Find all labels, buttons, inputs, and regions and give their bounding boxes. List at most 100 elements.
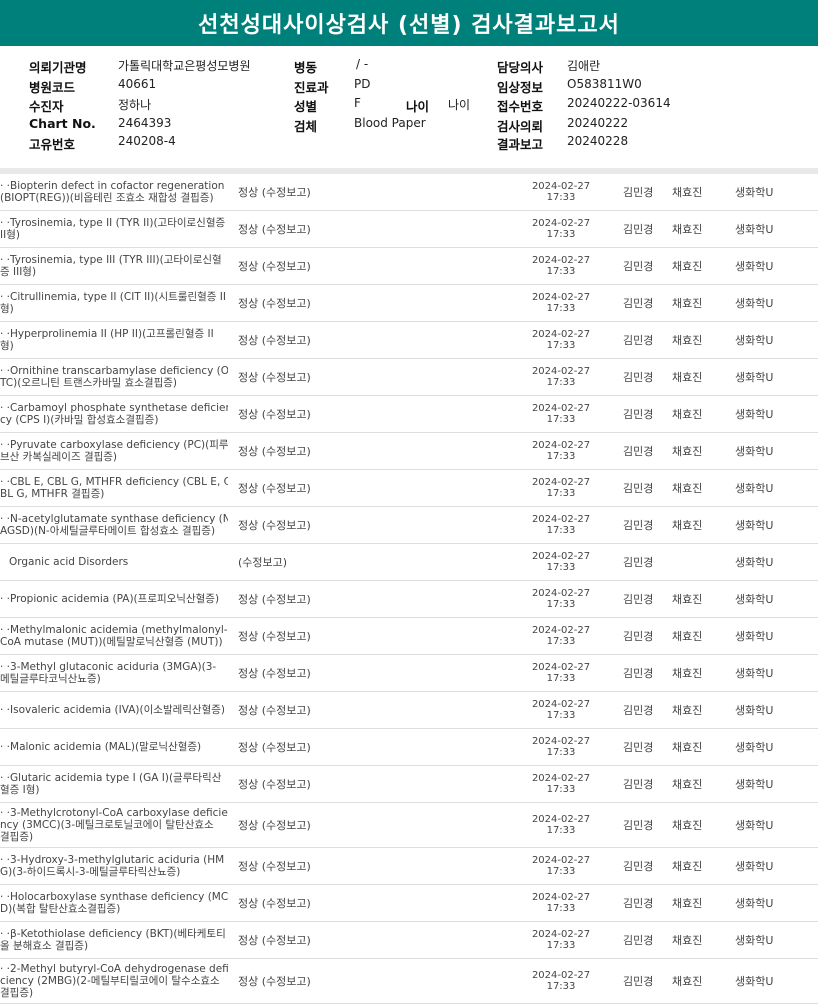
- verifier-name: 채효진: [672, 334, 703, 347]
- header-value-hospital-code: 40661: [118, 77, 157, 91]
- table-row[interactable]: · ·β-Ketothiolase deficiency (BKT)(베타케토티…: [0, 922, 818, 959]
- test-result: 정상 (수정보고): [238, 593, 311, 606]
- test-result: 정상 (수정보고): [238, 704, 311, 717]
- report-date: 2024-02-27: [531, 514, 591, 525]
- table-row[interactable]: · ·Propionic acidemia (PA)(프로피오닉산혈증) 정상 (…: [0, 581, 818, 618]
- table-row[interactable]: Organic acid Disorders (수정보고) 2024-02-27 17…: [0, 544, 818, 581]
- test-name-line: · ·3-Methyl glutaconic aciduria (3MGA)(3…: [0, 661, 217, 673]
- report-time: 17:33: [546, 710, 576, 721]
- test-name-line: 메틸글루타코닉산뇨증): [0, 673, 101, 685]
- test-name-line: · ·Tyrosinemia, type II (TYR II)(고타이로신혈증: [0, 217, 226, 229]
- report-datetime: 2024-02-27 17:33: [527, 514, 595, 536]
- test-result: 정상 (수정보고): [238, 482, 311, 495]
- report-time: 17:33: [546, 940, 576, 951]
- table-row[interactable]: · ·3-Hydroxy-3-methylglutaric aciduria (…: [0, 848, 818, 885]
- report-time: 17:33: [546, 451, 576, 462]
- test-name: · ·Holocarboxylase synthase deficiency (…: [0, 891, 228, 915]
- test-result: 정상 (수정보고): [238, 297, 311, 310]
- verifier-name: 채효진: [672, 934, 703, 947]
- header-label-doctor: 담당의사: [497, 60, 544, 75]
- report-date: 2024-02-27: [531, 329, 591, 340]
- table-row[interactable]: · ·Tyrosinemia, type III (TYR III)(고타이로신…: [0, 248, 818, 285]
- examiner-name: 김민경: [623, 934, 654, 947]
- report-datetime: 2024-02-27 17:33: [527, 814, 595, 836]
- report-datetime: 2024-02-27 17:33: [527, 292, 595, 314]
- table-row[interactable]: · ·Biopterin defect in cofactor regenera…: [0, 174, 818, 211]
- table-row[interactable]: · ·Isovaleric acidemia (IVA)(이소발레릭산혈증) 정상…: [0, 692, 818, 729]
- header-label-chart-no: Chart No.: [29, 116, 96, 131]
- lab-department: 생화학U: [735, 975, 774, 988]
- table-row[interactable]: · ·Pyruvate carboxylase deficiency (PC)(…: [0, 433, 818, 470]
- table-row[interactable]: · ·Carbamoyl phosphate synthetase defici…: [0, 396, 818, 433]
- verifier-name: 채효진: [672, 667, 703, 680]
- test-name-line: 증 III형): [0, 266, 37, 278]
- report-datetime: 2024-02-27 17:33: [527, 440, 595, 462]
- test-name: · ·Isovaleric acidemia (IVA)(이소발레릭산혈증): [0, 704, 228, 716]
- report-time: 17:33: [546, 266, 576, 277]
- report-time: 17:33: [546, 673, 576, 684]
- test-name-line: · ·CBL E, CBL G, MTHFR deficiency (CBL E…: [0, 476, 228, 488]
- header-value-age: 나이: [448, 98, 471, 112]
- test-name: · ·Biopterin defect in cofactor regenera…: [0, 180, 228, 204]
- report-datetime: 2024-02-27 17:33: [527, 218, 595, 240]
- test-name: · ·Tyrosinemia, type III (TYR III)(고타이로신…: [0, 254, 228, 278]
- test-result: 정상 (수정보고): [238, 445, 311, 458]
- table-row[interactable]: · ·Hyperprolinemia II (HP II)(고프롤린혈증 II 형…: [0, 322, 818, 359]
- report-time: 17:33: [546, 866, 576, 877]
- verifier-name: 채효진: [672, 630, 703, 643]
- table-row[interactable]: · ·N-acetylglutamate synthase deficiency…: [0, 507, 818, 544]
- table-row[interactable]: · ·Citrullinemia, type II (CIT II)(시트룰린혈…: [0, 285, 818, 322]
- examiner-name: 김민경: [623, 819, 654, 832]
- report-date: 2024-02-27: [531, 551, 591, 562]
- report-time: 17:33: [546, 825, 576, 836]
- test-name-line: TC)(오르니틴 트랜스카바밀 효소결핍증): [0, 377, 177, 389]
- report-date: 2024-02-27: [531, 662, 591, 673]
- test-name-line: 결핍증): [0, 831, 34, 843]
- test-name-line: · ·Isovaleric acidemia (IVA)(이소발레릭산혈증): [0, 704, 225, 716]
- test-name-line: 결핍증): [0, 987, 34, 999]
- table-row[interactable]: · ·Ornithine transcarbamylase deficiency…: [0, 359, 818, 396]
- report-datetime: 2024-02-27 17:33: [527, 255, 595, 277]
- table-row[interactable]: · ·Malonic acidemia (MAL)(말로닉산혈증) 정상 (수정보…: [0, 729, 818, 766]
- report-datetime: 2024-02-27 17:33: [527, 892, 595, 914]
- table-row[interactable]: · ·Holocarboxylase synthase deficiency (…: [0, 885, 818, 922]
- test-name-line: · ·Carbamoyl phosphate synthetase defici…: [0, 402, 228, 414]
- lab-department: 생화학U: [735, 934, 774, 947]
- header-label-age: 나이: [406, 99, 430, 114]
- test-result: 정상 (수정보고): [238, 260, 311, 273]
- test-name-line: · ·Hyperprolinemia II (HP II)(고프롤린혈증 II: [0, 328, 214, 340]
- table-row[interactable]: · ·2-Methyl butyryl-CoA dehydrogenase de…: [0, 959, 818, 1004]
- test-name: · ·Hyperprolinemia II (HP II)(고프롤린혈증 II 형…: [0, 328, 228, 352]
- table-row[interactable]: · ·Methylmalonic acidemia (methylmalonyl…: [0, 618, 818, 655]
- test-name-line: · ·Tyrosinemia, type III (TYR III)(고타이로신…: [0, 254, 222, 266]
- lab-department: 생화학U: [735, 297, 774, 310]
- verifier-name: 채효진: [672, 741, 703, 754]
- test-name: · ·3-Hydroxy-3-methylglutaric aciduria (…: [0, 854, 228, 878]
- report-date: 2024-02-27: [531, 588, 591, 599]
- report-date: 2024-02-27: [531, 855, 591, 866]
- lab-department: 생화학U: [735, 408, 774, 421]
- test-result: 정상 (수정보고): [238, 186, 311, 199]
- test-name-line: AGSD)(N-아세틸글루타메이트 합성효소 결핍증): [0, 525, 216, 537]
- verifier-name: 채효진: [672, 819, 703, 832]
- verifier-name: 채효진: [672, 519, 703, 532]
- header-value-doctor: 김애란: [567, 59, 601, 73]
- header-value-report-date: 20240228: [567, 134, 629, 148]
- report-time: 17:33: [546, 192, 576, 203]
- header-value-sex: F: [354, 96, 361, 110]
- test-name: · ·Methylmalonic acidemia (methylmalonyl…: [0, 624, 228, 648]
- lab-department: 생화학U: [735, 260, 774, 273]
- test-name-line: · ·3-Methylcrotonyl-CoA carboxylase defi…: [0, 807, 228, 819]
- header-label-department: 진료과: [294, 80, 329, 95]
- table-row[interactable]: · ·3-Methylcrotonyl-CoA carboxylase defi…: [0, 803, 818, 848]
- test-name: · ·3-Methylcrotonyl-CoA carboxylase defi…: [0, 807, 228, 843]
- examiner-name: 김민경: [623, 704, 654, 717]
- report-time: 17:33: [546, 340, 576, 351]
- table-row[interactable]: · ·CBL E, CBL G, MTHFR deficiency (CBL E…: [0, 470, 818, 507]
- table-row[interactable]: · ·Tyrosinemia, type II (TYR II)(고타이로신혈증…: [0, 211, 818, 248]
- verifier-name: 채효진: [672, 186, 703, 199]
- report-date: 2024-02-27: [531, 814, 591, 825]
- table-row[interactable]: · ·Glutaric acidemia type I (GA I)(글루타릭산…: [0, 766, 818, 803]
- table-row[interactable]: · ·3-Methyl glutaconic aciduria (3MGA)(3…: [0, 655, 818, 692]
- header-value-patient: 정하나: [118, 98, 152, 112]
